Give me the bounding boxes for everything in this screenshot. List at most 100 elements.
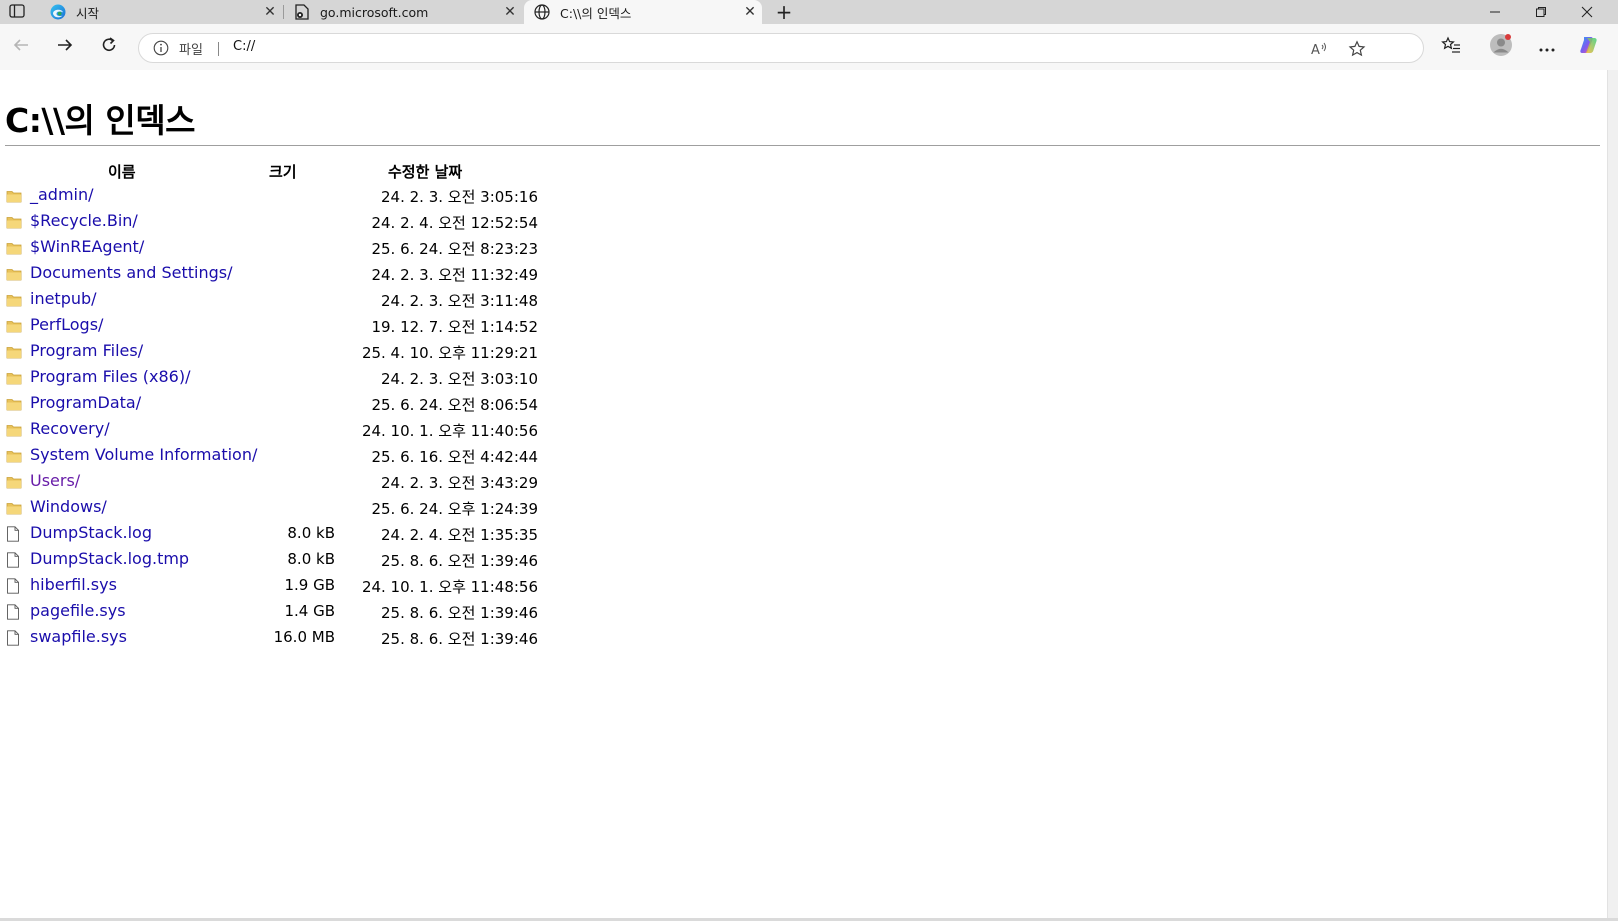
read-aloud-icon[interactable]: A [1309, 39, 1329, 59]
entry-link[interactable]: Users/ [30, 471, 80, 490]
entry-link[interactable]: pagefile.sys [30, 601, 126, 620]
table-row: hiberfil.sys 1.9 GB 24. 10. 1. 오후 11:48:56 [0, 574, 560, 600]
column-header-name[interactable]: 이름 [108, 161, 136, 182]
browser-toolbar: 파일 C:// A [0, 24, 1618, 71]
close-icon [1581, 3, 1593, 22]
tab-index-c[interactable]: C:\\의 인덱스 ✕ [524, 0, 762, 24]
copilot-button[interactable] [1574, 32, 1604, 62]
entry-link[interactable]: Program Files (x86)/ [30, 367, 191, 386]
entry-link[interactable]: PerfLogs/ [30, 315, 103, 334]
entry-link[interactable]: Windows/ [30, 497, 107, 516]
entry-link[interactable]: DumpStack.log [30, 523, 152, 542]
entry-modified-date: 24. 2. 3. 오전 3:11:48 [381, 292, 538, 310]
edge-logo-icon [50, 4, 66, 20]
table-row: Recovery/24. 10. 1. 오후 11:40:56 [0, 418, 560, 444]
favorites-list-icon [1441, 36, 1461, 58]
favorites-button[interactable] [1436, 32, 1466, 62]
tab-actions-icon [9, 3, 25, 22]
entry-modified-date: 24. 2. 3. 오전 3:03:10 [381, 370, 538, 388]
entry-modified-date: 25. 4. 10. 오후 11:29:21 [361, 344, 538, 362]
tab-actions-button[interactable] [0, 0, 34, 24]
more-dots-icon [1538, 38, 1556, 57]
avatar [1489, 33, 1513, 61]
tab-title: go.microsoft.com [320, 4, 429, 20]
table-row: ProgramData/25. 6. 24. 오전 8:06:54 [0, 392, 560, 418]
entry-link[interactable]: swapfile.sys [30, 627, 127, 646]
file-icon [6, 552, 22, 568]
column-header-size[interactable]: 크기 [269, 161, 297, 182]
svg-text:A: A [1311, 43, 1320, 57]
restore-button[interactable] [1518, 0, 1564, 24]
entry-modified-date: 24. 10. 1. 오후 11:40:56 [361, 422, 538, 440]
entry-link[interactable]: Recovery/ [30, 419, 110, 438]
column-header-modified[interactable]: 수정한 날짜 [388, 161, 462, 182]
refresh-icon [100, 36, 118, 58]
folder-icon [6, 240, 22, 256]
profile-button[interactable] [1486, 32, 1516, 62]
entry-link[interactable]: Program Files/ [30, 341, 143, 360]
folder-icon [6, 500, 22, 516]
table-row: System Volume Information/25. 6. 16. 오전 … [0, 444, 560, 470]
forward-button[interactable] [50, 32, 80, 62]
entry-modified-date: 24. 2. 3. 오전 3:05:16 [381, 188, 538, 206]
favorite-star-icon[interactable] [1347, 39, 1367, 59]
close-tab-icon[interactable]: ✕ [738, 0, 762, 24]
entry-link[interactable]: Documents and Settings/ [30, 263, 233, 282]
back-button[interactable] [6, 32, 36, 62]
entry-modified-date: 24. 2. 3. 오전 3:43:29 [381, 474, 538, 492]
entry-modified-date: 25. 6. 24. 오전 8:06:54 [371, 396, 538, 414]
table-row: _admin/24. 2. 3. 오전 3:05:16 [0, 184, 560, 210]
close-tab-icon[interactable]: ✕ [258, 0, 282, 24]
table-row: swapfile.sys 16.0 MB 25. 8. 6. 오전 1:39:46 [0, 626, 560, 652]
entry-link[interactable]: $Recycle.Bin/ [30, 211, 138, 230]
entry-modified-date: 24. 2. 3. 오전 11:32:49 [371, 266, 538, 284]
table-row: PerfLogs/19. 12. 7. 오전 1:14:52 [0, 314, 560, 340]
refresh-button[interactable] [94, 32, 124, 62]
entry-modified-date: 19. 12. 7. 오전 1:14:52 [371, 318, 538, 336]
tab-go-microsoft[interactable]: go.microsoft.com ✕ [284, 0, 522, 24]
address-bar[interactable]: 파일 C:// A [138, 33, 1424, 63]
table-row: Users/24. 2. 3. 오전 3:43:29 [0, 470, 560, 496]
plus-icon: + [775, 0, 793, 24]
entry-link[interactable]: System Volume Information/ [30, 445, 257, 464]
folder-icon [6, 422, 22, 438]
entry-link[interactable]: ProgramData/ [30, 393, 141, 412]
tab-start[interactable]: 시작 ✕ [40, 0, 282, 24]
settings-more-button[interactable] [1532, 32, 1562, 62]
entry-link[interactable]: $WinREAgent/ [30, 237, 144, 256]
file-icon [6, 630, 22, 646]
address-url[interactable]: C:// [233, 39, 255, 54]
folder-icon [6, 396, 22, 412]
table-row: pagefile.sys 1.4 GB 25. 8. 6. 오전 1:39:46 [0, 600, 560, 626]
restore-icon [1535, 3, 1547, 22]
entry-link[interactable]: _admin/ [30, 185, 94, 204]
table-row: inetpub/24. 2. 3. 오전 3:11:48 [0, 288, 560, 314]
close-tab-icon[interactable]: ✕ [498, 0, 522, 24]
back-arrow-icon [12, 36, 30, 58]
entry-size: 8.0 kB [287, 524, 335, 542]
folder-icon [6, 370, 22, 386]
vertical-scrollbar[interactable] [1607, 70, 1618, 918]
minimize-button[interactable] [1472, 0, 1518, 24]
entry-size: 1.4 GB [284, 602, 335, 620]
info-icon[interactable] [153, 40, 169, 56]
file-icon [6, 604, 22, 620]
table-row: DumpStack.log 8.0 kB 24. 2. 4. 오전 1:35:35 [0, 522, 560, 548]
new-tab-button[interactable]: + [770, 0, 798, 24]
close-window-button[interactable] [1564, 0, 1610, 24]
entry-modified-date: 24. 10. 1. 오후 11:48:56 [361, 578, 538, 596]
table-row: DumpStack.log.tmp 8.0 kB 25. 8. 6. 오전 1:39… [0, 548, 560, 574]
entry-link[interactable]: DumpStack.log.tmp [30, 549, 189, 568]
tab-title: C:\\의 인덱스 [560, 5, 632, 21]
address-scheme-label: 파일 [179, 43, 203, 58]
entry-link[interactable]: inetpub/ [30, 289, 97, 308]
entry-modified-date: 25. 6. 16. 오전 4:42:44 [371, 448, 538, 466]
entry-link[interactable]: hiberfil.sys [30, 575, 117, 594]
page-icon [294, 4, 310, 20]
tab-strip: 시작 ✕ go.microsoft.com ✕ C:\\의 인덱스 ✕ + [0, 0, 1618, 24]
tab-title: 시작 [76, 5, 100, 21]
entry-size: 8.0 kB [287, 550, 335, 568]
folder-icon [6, 318, 22, 334]
folder-icon [6, 266, 22, 282]
entry-modified-date: 25. 8. 6. 오전 1:39:46 [381, 630, 538, 648]
